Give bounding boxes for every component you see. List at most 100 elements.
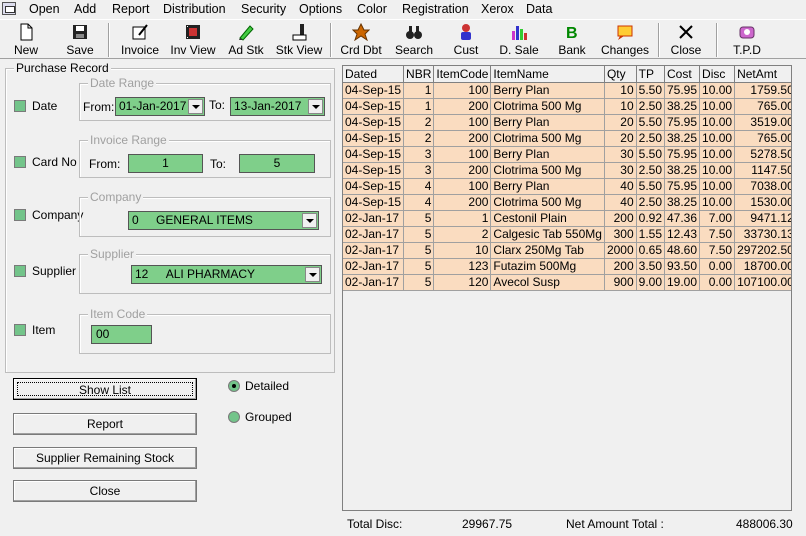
inv-view-button[interactable]: Inv View — [168, 20, 218, 60]
chevron-down-icon[interactable] — [308, 99, 323, 114]
supplier-name: ALI PHARMACY — [165, 267, 256, 281]
table-cell: 5.50 — [636, 146, 666, 163]
column-header[interactable]: Qty — [604, 66, 637, 83]
table-cell: 38.25 — [664, 130, 701, 147]
table-row[interactable]: 02-Jan-17 5 10 Clarx 250Mg Tab 2000 0.65 48.60… — [343, 242, 791, 259]
table-cell: 04-Sep-15 — [343, 130, 405, 147]
supplier-checkbox[interactable] — [14, 265, 26, 277]
table-row[interactable]: 04-Sep-15 2 200 Clotrima 500 Mg 20 2.50 38.25 1… — [343, 130, 791, 147]
table-cell: Berry Plan — [490, 82, 605, 99]
menu-report[interactable]: Report — [112, 1, 150, 17]
menu-distribution[interactable]: Distribution — [163, 1, 226, 17]
menu-xerox[interactable]: Xerox — [481, 1, 514, 17]
table-cell: 75.95 — [664, 146, 701, 163]
menu-data[interactable]: Data — [526, 1, 552, 17]
card-from-label: From: — [89, 157, 121, 171]
company-checkbox[interactable] — [14, 209, 26, 221]
table-row[interactable]: 04-Sep-15 4 200 Clotrima 500 Mg 40 2.50 38.25 1… — [343, 194, 791, 211]
save-button[interactable]: Save — [60, 20, 100, 60]
menu-options[interactable]: Options — [299, 1, 342, 17]
column-header[interactable]: TP — [636, 66, 666, 83]
app-icon[interactable] — [2, 2, 16, 15]
table-row[interactable]: 02-Jan-17 5 123 Futazim 500Mg 200 3.50 93.50 0.… — [343, 258, 791, 275]
date-to-combo[interactable]: 13-Jan-2017 — [230, 97, 325, 116]
table-row[interactable]: 04-Sep-15 1 100 Berry Plan 10 5.50 75.95 10.00 1… — [343, 82, 791, 99]
column-header[interactable]: ItemCode — [433, 66, 492, 83]
d-sale-button[interactable]: D. Sale — [498, 20, 540, 60]
column-header[interactable]: ItemName — [490, 66, 605, 83]
menu-security[interactable]: Security — [241, 1, 286, 17]
crd-dbt-button[interactable]: Crd Dbt — [337, 20, 385, 60]
table-row[interactable]: 04-Sep-15 4 100 Berry Plan 40 5.50 75.95 10.00 7… — [343, 178, 791, 195]
table-cell: 75.95 — [664, 178, 701, 195]
menu-label: Distribution — [163, 2, 226, 16]
column-header[interactable]: NetAmt — [734, 66, 791, 83]
table-cell: 200 — [433, 162, 492, 179]
invoice-button[interactable]: Invoice — [116, 20, 164, 60]
table-cell: 300 — [604, 226, 637, 243]
cust-button[interactable]: Cust — [448, 20, 484, 60]
table-cell: 5.50 — [636, 178, 666, 195]
menu-open[interactable]: Open — [29, 1, 60, 17]
vertical-scrollbar[interactable] — [792, 65, 806, 511]
table-row[interactable]: 04-Sep-15 3 200 Clotrima 500 Mg 30 2.50 38.25 1… — [343, 162, 791, 179]
detailed-radio[interactable] — [228, 380, 240, 392]
chevron-down-icon[interactable] — [302, 213, 317, 228]
supplier-code: 12 — [135, 267, 149, 281]
chevron-down-icon[interactable] — [305, 267, 320, 282]
date-from-combo[interactable]: 01-Jan-2017 — [115, 97, 205, 116]
bar-chart-icon — [510, 23, 528, 41]
table-row[interactable]: 04-Sep-15 3 100 Berry Plan 30 5.50 75.95 10.00 5… — [343, 146, 791, 163]
stk-view-button[interactable]: Stk View — [274, 20, 324, 60]
grouped-radio[interactable] — [228, 411, 240, 423]
grouped-label: Grouped — [245, 410, 292, 424]
item-code-input[interactable]: 00 — [91, 325, 152, 344]
tpd-button[interactable]: T.P.D — [728, 20, 766, 60]
ad-stk-button[interactable]: Ad Stk — [224, 20, 268, 60]
purchase-grid[interactable]: Dated NBR ItemCode ItemName Qty TP Cost Disc Net… — [342, 65, 792, 511]
changes-button[interactable]: Changes — [600, 20, 650, 60]
toolbar-separator — [716, 23, 718, 57]
table-row[interactable]: 02-Jan-17 5 120 Avecol Susp 900 9.00 19.00 0.00… — [343, 274, 791, 291]
table-cell: 5 — [403, 210, 435, 227]
table-row[interactable]: 02-Jan-17 5 2 Calgesic Tab 550Mg 300 1.55 12.4… — [343, 226, 791, 243]
table-cell: 18700.00 — [734, 258, 791, 275]
column-header[interactable]: Dated — [343, 66, 405, 83]
menu-registration[interactable]: Registration — [402, 1, 469, 17]
date-label: Date — [32, 99, 58, 113]
button-label: Close — [89, 484, 121, 498]
table-row[interactable]: 02-Jan-17 5 1 Cestonil Plain 200 0.92 47.36 7.0… — [343, 210, 791, 227]
date-checkbox[interactable] — [14, 100, 26, 112]
search-button[interactable]: Search — [392, 20, 436, 60]
menu-color[interactable]: Color — [357, 1, 387, 17]
item-checkbox[interactable] — [14, 324, 26, 336]
column-header[interactable]: Cost — [664, 66, 701, 83]
card-to-input[interactable]: 5 — [239, 154, 315, 173]
company-combo[interactable]: 0 GENERAL ITEMS — [128, 211, 319, 230]
show-list-button[interactable]: Show List — [13, 378, 197, 400]
date-to-value: 13-Jan-2017 — [234, 99, 302, 113]
card-to-value: 5 — [273, 156, 281, 170]
close-button[interactable]: Close — [13, 480, 197, 502]
chevron-down-icon[interactable] — [188, 99, 203, 114]
column-header[interactable]: NBR — [403, 66, 435, 83]
report-button[interactable]: Report — [13, 413, 197, 435]
new-button[interactable]: New — [6, 20, 46, 60]
floppy-disk-icon — [71, 23, 89, 41]
column-header[interactable]: Disc — [699, 66, 736, 83]
card-from-input[interactable]: 1 — [128, 154, 203, 173]
table-cell: 200 — [433, 98, 492, 115]
card-no-checkbox[interactable] — [14, 156, 26, 168]
total-disc-value: 29967.75 — [462, 517, 513, 531]
table-row[interactable]: 04-Sep-15 2 100 Berry Plan 20 5.50 75.95 10.00 3… — [343, 114, 791, 131]
table-row[interactable]: 04-Sep-15 1 200 Clotrima 500 Mg 10 2.50 38.25 1… — [343, 98, 791, 115]
table-cell: 120 — [433, 274, 492, 291]
menu-add[interactable]: Add — [74, 1, 96, 17]
table-cell: 19.00 — [664, 274, 701, 291]
table-cell: Avecol Susp — [490, 274, 605, 291]
toolbar: New Save Invoice Inv View Ad Stk Stk Vie… — [0, 19, 806, 59]
close-toolbar-button[interactable]: Close — [666, 20, 706, 60]
supplier-combo[interactable]: 12 ALI PHARMACY — [131, 265, 322, 284]
supplier-remaining-stock-button[interactable]: Supplier Remaining Stock — [13, 447, 197, 469]
bank-button[interactable]: B Bank — [554, 20, 590, 60]
